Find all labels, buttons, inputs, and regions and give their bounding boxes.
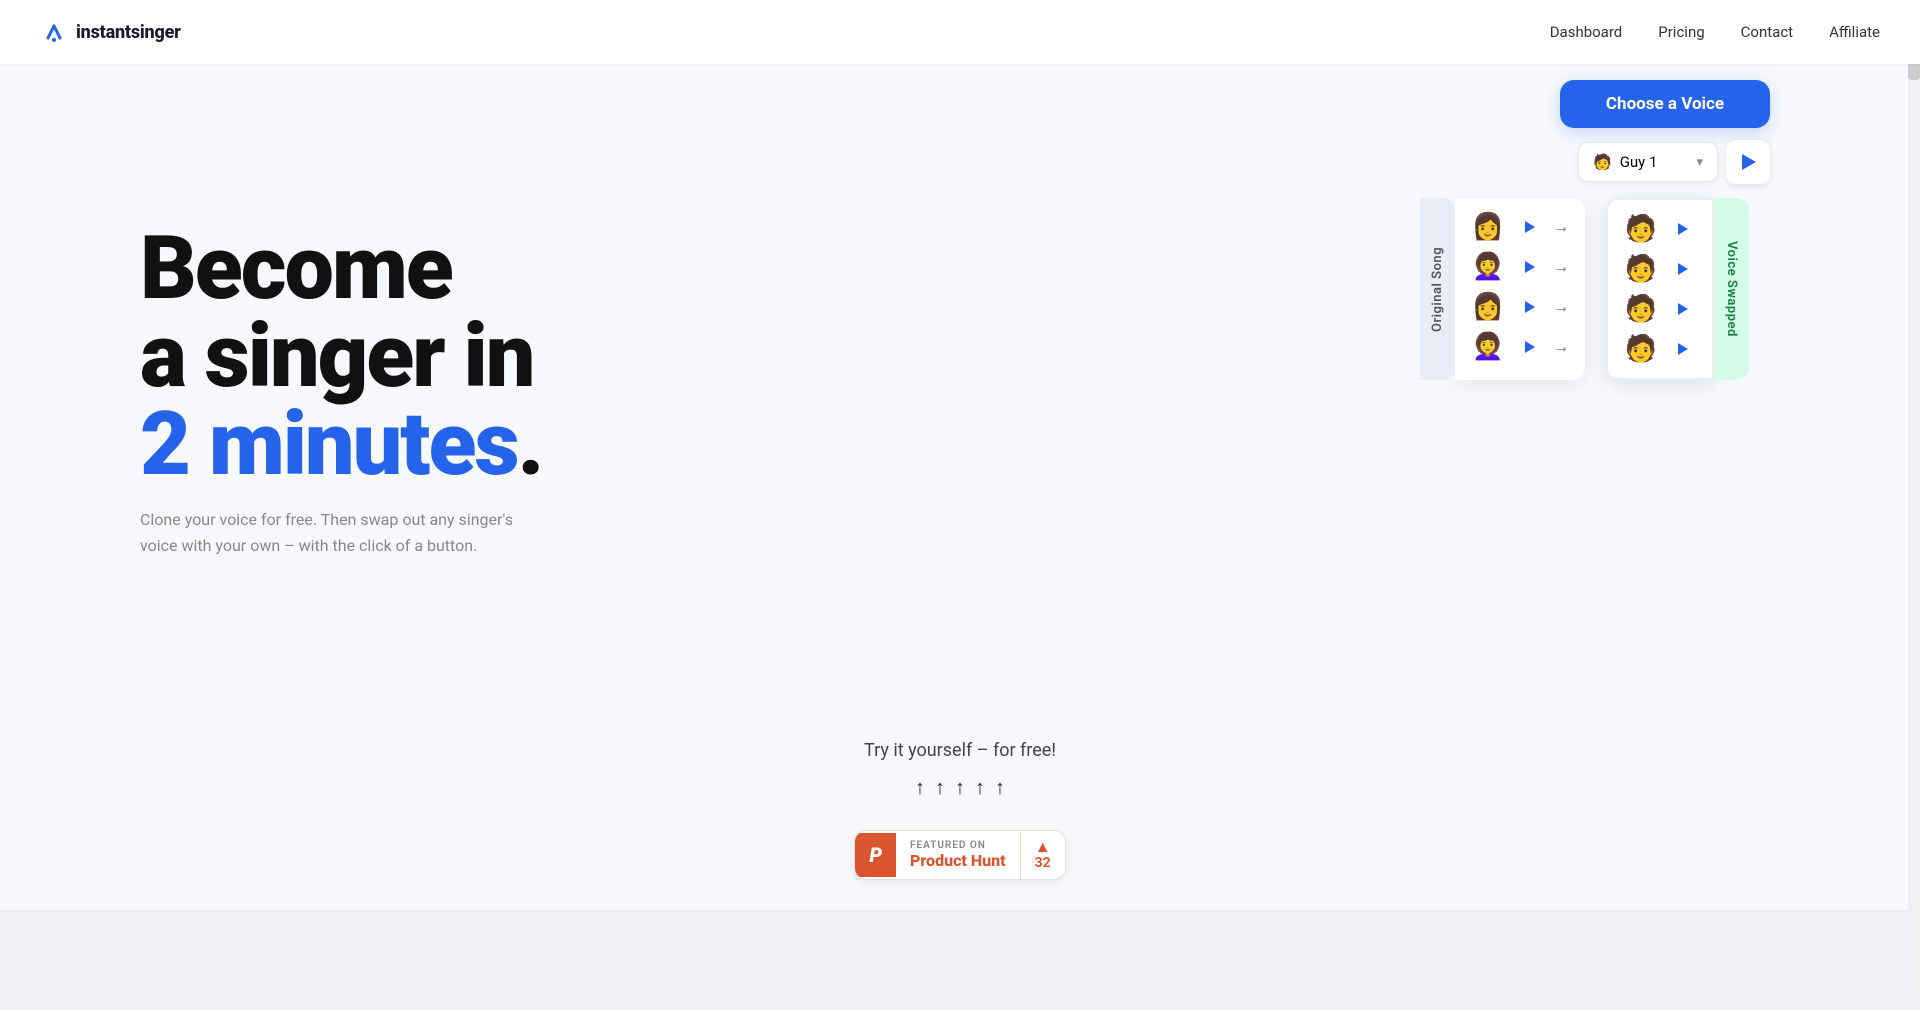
swapped-voice-row: 🧑	[1624, 254, 1696, 284]
ph-middle: FEATURED ON Product Hunt	[896, 832, 1020, 878]
swapped-emoji-3: 🧑	[1624, 294, 1658, 324]
arrow-up-icon-4: ↑	[975, 775, 985, 800]
arrow-up-icon-1: ↑	[915, 775, 925, 800]
play-row-4[interactable]	[1515, 333, 1543, 361]
original-voice-card: 👩 → 👩‍🦱 → 👩 →	[1455, 198, 1585, 380]
singer-emoji-3: 👩	[1471, 292, 1505, 322]
arrow-right-icon: →	[1553, 217, 1569, 237]
swapped-voice-row: 🧑	[1624, 334, 1696, 364]
chevron-down-icon: ▾	[1696, 155, 1703, 170]
nav-links: Dashboard Pricing Contact Affiliate	[1550, 23, 1880, 41]
bottom-section	[0, 910, 1920, 1010]
ph-count-number: 32	[1035, 855, 1051, 871]
arrow-right-icon: →	[1553, 297, 1569, 317]
singer-emoji-1: 👩	[1471, 212, 1505, 242]
hero-subtext: Clone your voice for free. Then swap out…	[140, 507, 540, 558]
arrow-up-icon-5: ↑	[995, 775, 1005, 800]
product-hunt-badge[interactable]: P FEATURED ON Product Hunt ▲ 32	[854, 830, 1065, 880]
play-icon	[1678, 343, 1688, 355]
play-row-3[interactable]	[1515, 293, 1543, 321]
voice-play-button[interactable]	[1726, 140, 1770, 184]
nav-contact[interactable]: Contact	[1741, 23, 1793, 41]
play-icon	[1525, 301, 1535, 313]
voice-selector-row: 🧑 Guy 1 ▾	[1420, 140, 1800, 184]
ph-vote-count: ▲ 32	[1020, 831, 1065, 879]
ph-logo: P	[855, 833, 896, 877]
voice-table-container: Original Song 👩 → 👩‍🦱 →	[1420, 198, 1800, 380]
ph-upvote-icon: ▲	[1035, 839, 1051, 855]
singer-emoji-4: 👩‍🦱	[1471, 332, 1505, 362]
singer-emoji-2: 👩‍🦱	[1471, 252, 1505, 282]
arrow-right-icon: →	[1553, 337, 1569, 357]
original-section: Original Song 👩 → 👩‍🦱 →	[1420, 198, 1600, 380]
original-song-label: Original Song	[1420, 198, 1455, 380]
hero-section: Become a singer in 2 minutes. Clone your…	[0, 0, 1920, 720]
arrow-up-icon-3: ↑	[955, 775, 965, 800]
voice-swapped-label: Voice Swapped	[1714, 198, 1749, 380]
selected-voice-label: Guy 1	[1620, 153, 1658, 171]
swapped-voice-card: 🧑 🧑 🧑 🧑	[1606, 198, 1714, 380]
arrow-right-icon: →	[1553, 257, 1569, 277]
swapped-voice-row: 🧑	[1624, 214, 1696, 244]
nav-affiliate[interactable]: Affiliate	[1829, 23, 1880, 41]
play-swapped-2[interactable]	[1668, 255, 1696, 283]
voice-row: 👩 →	[1471, 292, 1569, 322]
voice-row: 👩‍🦱 →	[1471, 252, 1569, 282]
ph-product-name: Product Hunt	[910, 851, 1006, 870]
selected-voice-emoji: 🧑	[1593, 153, 1612, 171]
voice-row: 👩‍🦱 →	[1471, 332, 1569, 362]
swapped-emoji-4: 🧑	[1624, 334, 1658, 364]
navbar: instantsinger Dashboard Pricing Contact …	[0, 0, 1920, 64]
play-icon	[1525, 341, 1535, 353]
try-text: Try it yourself – for free!	[0, 740, 1920, 761]
logo-link[interactable]: instantsinger	[40, 18, 181, 46]
play-icon	[1525, 261, 1535, 273]
arrow-up-icon-2: ↑	[935, 775, 945, 800]
hero-headline: Become a singer in 2 minutes.	[140, 225, 542, 489]
arrows-row: ↑ ↑ ↑ ↑ ↑	[0, 775, 1920, 800]
play-row-1[interactable]	[1515, 213, 1543, 241]
scrollbar[interactable]	[1908, 0, 1920, 993]
nav-pricing[interactable]: Pricing	[1658, 23, 1704, 41]
logo-icon	[40, 18, 68, 46]
play-swapped-1[interactable]	[1668, 215, 1696, 243]
hero-visual: Choose a Voice 🧑 Guy 1 ▾ Original Song 👩	[1420, 80, 1800, 380]
swapped-emoji-2: 🧑	[1624, 254, 1658, 284]
ph-logo-letter: P	[869, 843, 882, 867]
try-section: Try it yourself – for free! ↑ ↑ ↑ ↑ ↑ P …	[0, 720, 1920, 910]
play-swapped-4[interactable]	[1668, 335, 1696, 363]
play-icon	[1678, 223, 1688, 235]
voice-chooser-card: Choose a Voice	[1560, 80, 1770, 128]
play-icon	[1525, 221, 1535, 233]
play-icon	[1678, 263, 1688, 275]
ph-featured-label: FEATURED ON	[910, 840, 986, 851]
play-icon	[1678, 303, 1688, 315]
hero-content: Become a singer in 2 minutes. Clone your…	[0, 165, 542, 618]
swapped-emoji-1: 🧑	[1624, 214, 1658, 244]
swapped-section: 🧑 🧑 🧑 🧑	[1606, 198, 1764, 380]
play-icon	[1742, 154, 1756, 170]
logo-text: instantsinger	[76, 22, 181, 43]
swapped-voice-row: 🧑	[1624, 294, 1696, 324]
voice-dropdown[interactable]: 🧑 Guy 1 ▾	[1578, 142, 1718, 182]
nav-dashboard[interactable]: Dashboard	[1550, 23, 1623, 41]
voice-row: 👩 →	[1471, 212, 1569, 242]
play-row-2[interactable]	[1515, 253, 1543, 281]
play-swapped-3[interactable]	[1668, 295, 1696, 323]
